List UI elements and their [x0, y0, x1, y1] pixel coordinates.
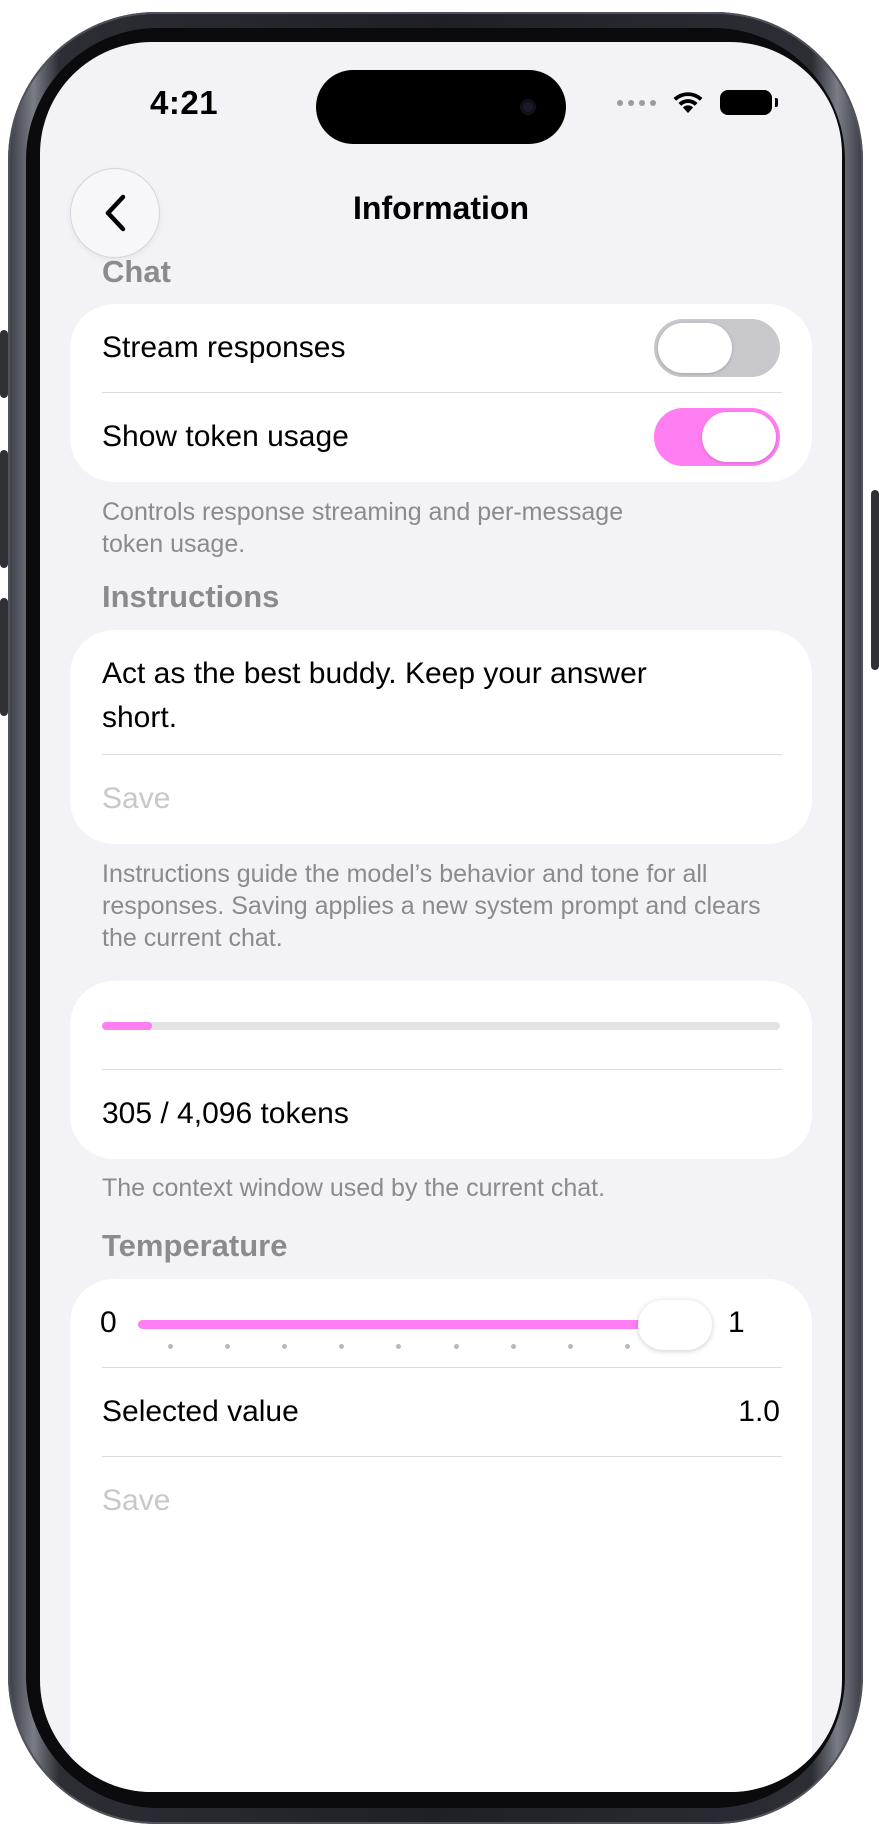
instructions-section-header: Instructions — [102, 579, 280, 614]
slider-tick — [225, 1344, 231, 1349]
temperature-max-label: 1 — [728, 1306, 745, 1339]
stream-responses-toggle[interactable] — [654, 319, 780, 377]
slider-tick — [453, 1344, 459, 1349]
instructions-editor[interactable]: Act as the best buddy. Keep your answer … — [102, 652, 780, 748]
selected-value-label: Selected value — [102, 1395, 299, 1428]
show-token-usage-label: Show token usage — [102, 420, 349, 453]
chat-settings-card: Stream responses Show token usage — [70, 304, 812, 482]
slider-fill — [138, 1320, 675, 1329]
stream-responses-label: Stream responses — [102, 331, 346, 364]
dynamic-island — [316, 70, 566, 144]
screen: 4:21 Information Chat Stream responses S… — [40, 42, 842, 1792]
action-button — [0, 330, 8, 398]
show-token-usage-toggle[interactable] — [654, 408, 780, 466]
instructions-text[interactable]: Act as the best buddy. Keep your answer … — [102, 652, 662, 740]
selected-value-row: Selected value 1.0 — [102, 1368, 780, 1456]
status-time: 4:21 — [150, 84, 219, 121]
cellular-signal-icon — [617, 99, 656, 106]
camera-icon — [520, 99, 536, 115]
slider-tick — [567, 1344, 573, 1349]
temperature-card: 0 1 Selected value 1.0 Save — [70, 1279, 812, 1792]
wifi-icon — [673, 91, 703, 113]
slider-tick — [168, 1344, 173, 1349]
power-button — [871, 490, 879, 670]
chat-section-header: Chat — [102, 254, 171, 289]
context-window-card: 305 / 4,096 tokens — [70, 981, 812, 1159]
slider-tick — [624, 1344, 630, 1349]
slider-tick — [396, 1344, 402, 1349]
slider-tick — [339, 1344, 345, 1349]
selected-value: 1.0 — [738, 1395, 780, 1428]
instructions-save-button[interactable]: Save — [102, 782, 170, 816]
context-usage-label: 305 / 4,096 tokens — [102, 1097, 349, 1130]
temperature-save-row: Save — [102, 1457, 780, 1545]
stream-responses-row: Stream responses — [102, 304, 780, 392]
context-usage-progress — [102, 1022, 780, 1030]
chat-section-footer: Controls response streaming and per-mess… — [102, 498, 624, 558]
page-title: Information — [353, 190, 529, 226]
slider-tick — [282, 1344, 288, 1349]
battery-icon — [720, 90, 778, 115]
show-token-usage-row: Show token usage — [102, 393, 780, 481]
volume-up-button — [0, 450, 8, 568]
temperature-min-label: 0 — [100, 1306, 117, 1339]
temperature-save-button[interactable]: Save — [102, 1484, 170, 1518]
status-icons — [617, 90, 778, 115]
slider-thumb[interactable] — [638, 1300, 712, 1350]
instructions-save-row: Save — [102, 755, 780, 843]
temperature-slider[interactable] — [138, 1295, 712, 1355]
context-usage-progress-fill — [102, 1022, 153, 1030]
context-usage-row: 305 / 4,096 tokens — [102, 1070, 780, 1158]
context-section-footer: The context window used by the current c… — [102, 1174, 606, 1202]
instructions-section-footer: Instructions guide the model’s behavior … — [102, 860, 761, 952]
slider-tick — [510, 1344, 516, 1349]
instructions-card: Act as the best buddy. Keep your answer … — [70, 630, 812, 844]
temperature-section-header: Temperature — [102, 1228, 288, 1263]
volume-down-button — [0, 598, 8, 716]
